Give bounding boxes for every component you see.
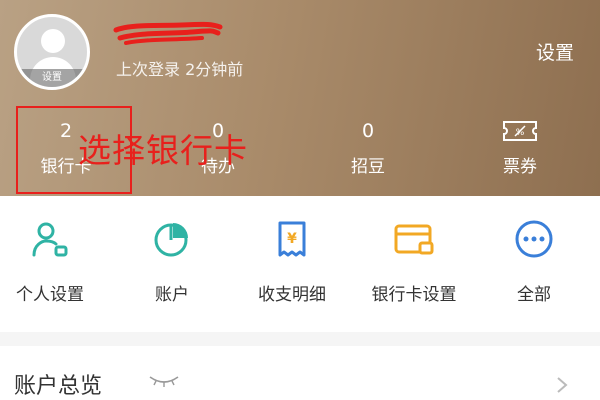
menu-item-label: 银行卡设置 [371, 285, 457, 305]
card-settings-icon [354, 218, 474, 260]
annotation-text: 选择银行卡 [78, 131, 248, 170]
menu-item-account[interactable]: 账户 [112, 218, 232, 305]
menu-item-personal-settings[interactable]: 个人设置 [0, 218, 110, 305]
menu-item-label: 账户 [155, 285, 189, 305]
pie-chart-icon [112, 218, 232, 260]
redacted-username-scribble [113, 21, 223, 45]
menu-item-card-settings[interactable]: 银行卡设置 [354, 218, 474, 305]
settings-button[interactable]: 设置 [536, 38, 574, 65]
chevron-right-icon[interactable] [556, 376, 568, 394]
avatar[interactable]: 设置 [14, 14, 90, 90]
stat-label: 票券 [503, 157, 537, 177]
stat-label: 招豆 [351, 157, 385, 177]
yen-receipt-icon: ¥ [232, 218, 352, 260]
ticket-icon: % [470, 118, 570, 144]
stat-value: 0 [361, 120, 375, 142]
svg-text:¥: ¥ [287, 231, 297, 247]
quick-menu: 个人设置 账户 ¥ 收支明细 银行卡设置 全部 [0, 196, 600, 332]
menu-item-all[interactable]: 全部 [474, 218, 594, 305]
stat-tickets[interactable]: % 票券 [470, 118, 570, 177]
account-overview-row[interactable]: 账户总览 [0, 346, 600, 400]
eye-closed-icon[interactable] [148, 374, 180, 388]
person-settings-icon [0, 218, 110, 260]
more-dots-icon [474, 218, 594, 260]
account-overview-title: 账户总览 [14, 374, 103, 399]
menu-item-transactions[interactable]: ¥ 收支明细 [232, 218, 352, 305]
menu-item-label: 个人设置 [16, 285, 84, 305]
menu-item-label: 收支明细 [258, 285, 326, 305]
avatar-head [41, 29, 65, 53]
last-login-text: 上次登录 2分钟前 [116, 60, 244, 79]
menu-item-label: 全部 [517, 285, 551, 305]
avatar-settings-badge[interactable]: 设置 [17, 69, 87, 87]
stat-zhaodou[interactable]: 0 招豆 [318, 118, 418, 177]
